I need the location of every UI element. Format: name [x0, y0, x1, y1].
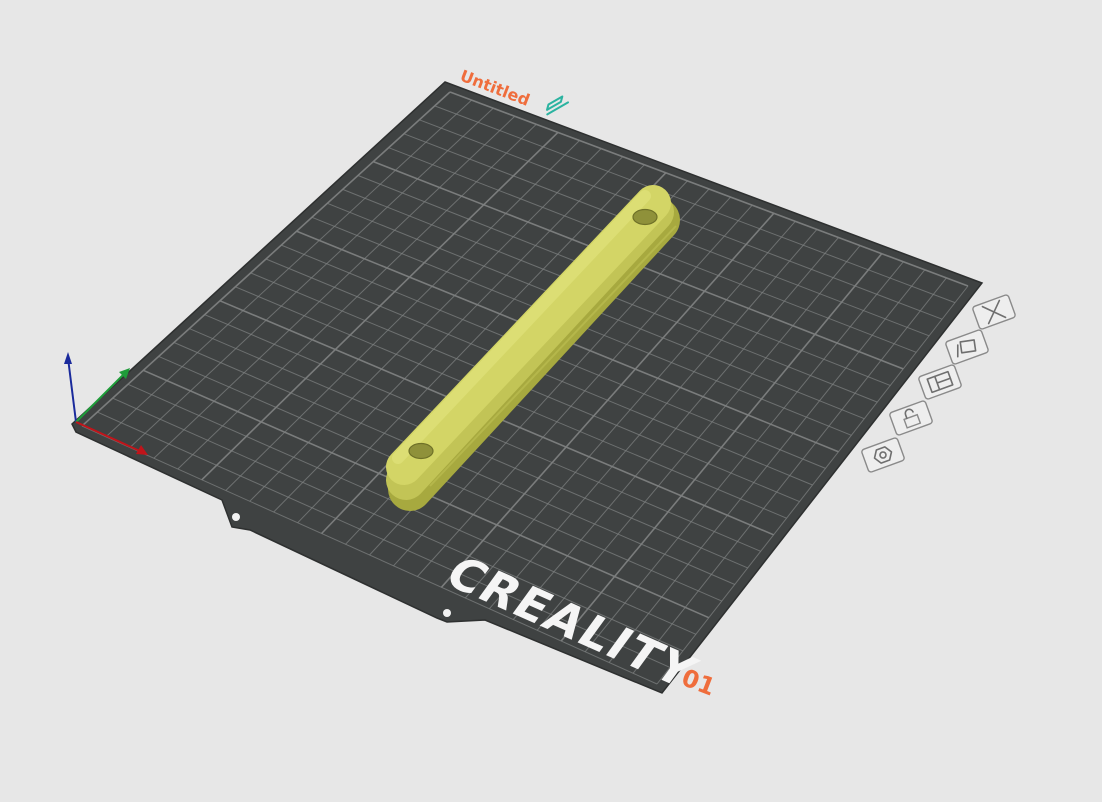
arrange-button[interactable]	[918, 364, 962, 400]
auto-orient-button[interactable]	[945, 329, 989, 365]
model-hole	[408, 442, 434, 460]
viewport-canvas[interactable]: CREALITY Untitled 01	[0, 0, 1102, 797]
model-hole	[632, 208, 658, 226]
z-axis	[67, 357, 77, 423]
z-axis-arrow	[64, 352, 72, 364]
delete-plate-button[interactable]	[972, 294, 1016, 330]
mount-hole	[232, 513, 240, 521]
mount-hole	[443, 609, 451, 617]
3d-viewport[interactable]: CREALITY Untitled 01	[0, 0, 1102, 797]
pencil-icon[interactable]	[543, 95, 570, 116]
lock-plate-button[interactable]	[889, 400, 933, 436]
plate-settings-button[interactable]	[861, 437, 905, 473]
